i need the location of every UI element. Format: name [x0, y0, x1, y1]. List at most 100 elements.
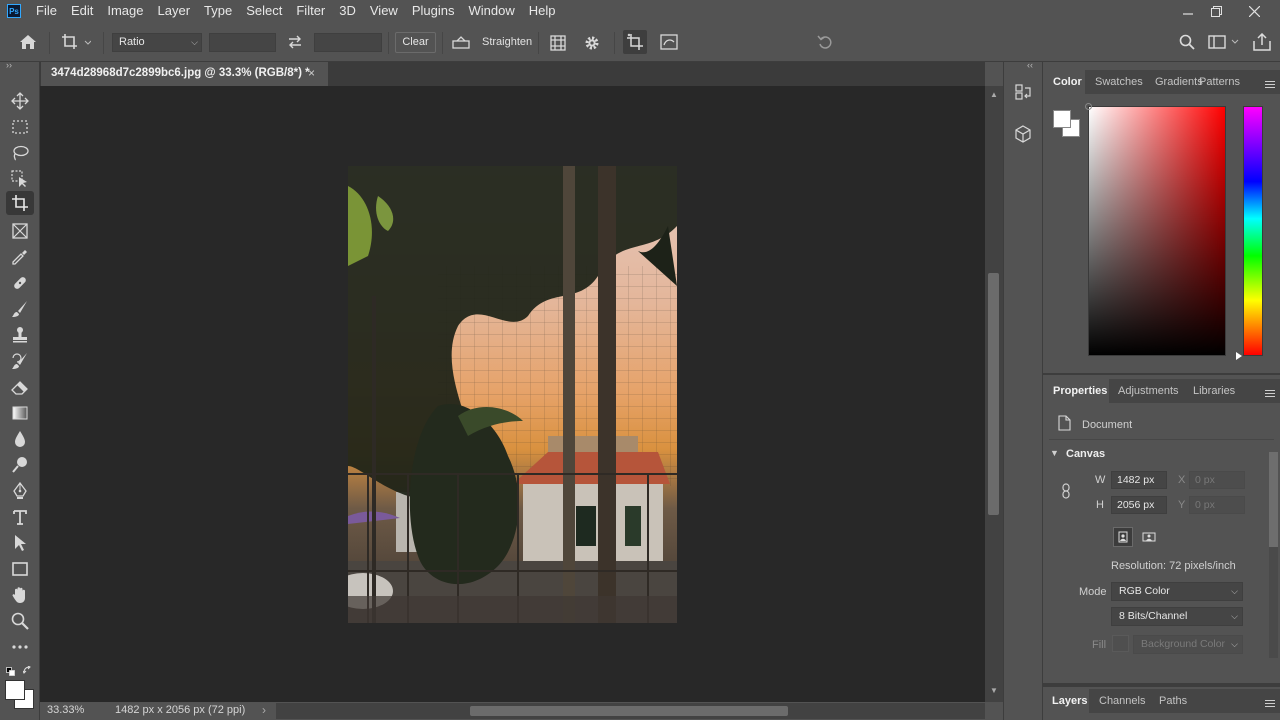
menu-file[interactable]: File: [29, 0, 64, 22]
color-picker-cursor[interactable]: [1085, 103, 1092, 110]
canvas-area[interactable]: [40, 86, 985, 702]
path-selection-tool[interactable]: [6, 531, 34, 555]
canvas-y-input[interactable]: 0 px: [1189, 496, 1245, 514]
canvas-width-input[interactable]: 1482 px: [1111, 471, 1167, 489]
edit-toolbar-button[interactable]: [6, 635, 34, 659]
menu-help[interactable]: Help: [522, 0, 563, 22]
crop-width-input[interactable]: [209, 33, 276, 52]
bit-depth-select[interactable]: 8 Bits/Channel ⌵: [1111, 607, 1243, 626]
tab-patterns[interactable]: Patterns: [1199, 70, 1240, 94]
collapse-canvas-icon[interactable]: ▼: [1050, 448, 1059, 458]
foreground-color-swatch[interactable]: [5, 680, 25, 700]
tab-adjustments[interactable]: Adjustments: [1118, 379, 1179, 403]
close-window-button[interactable]: [1236, 0, 1272, 22]
color-picker-field[interactable]: [1085, 103, 1226, 356]
3d-panel-button[interactable]: [1011, 122, 1035, 146]
crop-tool[interactable]: [6, 191, 34, 215]
expand-panel-icon[interactable]: ››: [6, 60, 12, 70]
canvas-section-title[interactable]: Canvas: [1066, 448, 1105, 460]
menu-layer[interactable]: Layer: [151, 0, 198, 22]
crop-tool-preset[interactable]: [58, 30, 94, 54]
menu-edit[interactable]: Edit: [64, 0, 100, 22]
canvas-vertical-scrollbar[interactable]: ▲ ▼: [985, 86, 1003, 702]
horizontal-scroll-thumb[interactable]: [470, 706, 788, 716]
portrait-orientation-button[interactable]: [1113, 527, 1133, 547]
scroll-up-icon[interactable]: ▲: [990, 90, 998, 99]
fill-swatch[interactable]: [1112, 635, 1129, 652]
object-selection-tool[interactable]: [6, 167, 34, 191]
swap-colors-icon[interactable]: [22, 665, 33, 679]
hue-slider[interactable]: [1236, 106, 1263, 360]
vertical-scroll-thumb[interactable]: [988, 273, 999, 515]
history-brush-tool[interactable]: [6, 349, 34, 373]
tab-properties[interactable]: Properties: [1053, 379, 1107, 403]
expand-panels-icon[interactable]: ‹‹: [1027, 60, 1033, 70]
document-tab[interactable]: 3474d28968d7c2899bc6.jpg @ 33.3% (RGB/8*…: [41, 62, 328, 86]
menu-select[interactable]: Select: [239, 0, 289, 22]
eraser-tool[interactable]: [6, 375, 34, 399]
hue-slider-handle[interactable]: [1236, 352, 1242, 360]
menu-type[interactable]: Type: [197, 0, 239, 22]
type-tool[interactable]: [6, 505, 34, 529]
scroll-down-icon[interactable]: ▼: [990, 686, 998, 695]
canvas-height-input[interactable]: 2056 px: [1111, 496, 1167, 514]
ratio-select[interactable]: Ratio ⌵: [112, 33, 202, 52]
lasso-tool[interactable]: [6, 141, 34, 165]
history-panel-button[interactable]: [1011, 80, 1035, 104]
straighten-button[interactable]: [450, 32, 472, 54]
dodge-tool[interactable]: [6, 453, 34, 477]
menu-plugins[interactable]: Plugins: [405, 0, 462, 22]
zoom-tool[interactable]: [6, 609, 34, 633]
status-menu-arrow[interactable]: ›: [262, 703, 266, 717]
gradient-tool[interactable]: [6, 401, 34, 425]
properties-panel-menu-icon[interactable]: [1265, 390, 1275, 397]
restore-button[interactable]: [1198, 0, 1234, 22]
tab-channels[interactable]: Channels: [1099, 689, 1145, 713]
menu-filter[interactable]: Filter: [289, 0, 332, 22]
brush-tool[interactable]: [6, 297, 34, 321]
layers-panel-menu-icon[interactable]: [1265, 700, 1275, 707]
canvas-x-input[interactable]: 0 px: [1189, 471, 1245, 489]
close-tab-icon[interactable]: ×: [308, 62, 315, 84]
menu-image[interactable]: Image: [100, 0, 150, 22]
home-button[interactable]: [16, 30, 40, 54]
document-image[interactable]: [348, 166, 677, 623]
content-aware-toggle[interactable]: [658, 31, 680, 53]
link-dimensions-button[interactable]: [1059, 482, 1073, 500]
move-tool[interactable]: [6, 89, 34, 113]
hand-tool[interactable]: [6, 583, 34, 607]
color-mode-select[interactable]: RGB Color ⌵: [1111, 582, 1243, 601]
color-panel-menu-icon[interactable]: [1265, 81, 1275, 88]
tab-swatches[interactable]: Swatches: [1095, 70, 1143, 94]
straighten-label[interactable]: Straighten: [482, 36, 532, 48]
swap-dimensions-button[interactable]: [283, 31, 307, 53]
frame-tool[interactable]: [6, 219, 34, 243]
clear-button[interactable]: Clear: [395, 32, 436, 53]
blur-tool[interactable]: [6, 427, 34, 451]
zoom-level[interactable]: 33.33%: [47, 704, 84, 716]
workspace-switcher[interactable]: [1206, 31, 1242, 53]
menu-window[interactable]: Window: [461, 0, 521, 22]
tab-gradients[interactable]: Gradients: [1155, 70, 1205, 94]
share-button[interactable]: [1250, 30, 1274, 54]
panel-foreground-swatch[interactable]: [1053, 110, 1071, 128]
tab-paths[interactable]: Paths: [1159, 689, 1187, 713]
fill-select[interactable]: Background Color ⌵: [1133, 635, 1243, 654]
default-colors-icon[interactable]: [6, 665, 15, 679]
search-button[interactable]: [1176, 31, 1198, 53]
grid-overlay-button[interactable]: [547, 32, 569, 54]
menu-view[interactable]: View: [363, 0, 405, 22]
pen-tool[interactable]: [6, 479, 34, 503]
marquee-tool[interactable]: [6, 115, 34, 139]
tab-libraries[interactable]: Libraries: [1193, 379, 1235, 403]
landscape-orientation-button[interactable]: [1139, 527, 1159, 547]
tab-layers[interactable]: Layers: [1052, 689, 1087, 713]
canvas-horizontal-scrollbar[interactable]: [276, 703, 985, 719]
clone-stamp-tool[interactable]: [6, 323, 34, 347]
rectangle-tool[interactable]: [6, 557, 34, 581]
healing-brush-tool[interactable]: [6, 271, 34, 295]
crop-settings-button[interactable]: [581, 32, 603, 54]
delete-cropped-pixels-toggle[interactable]: [623, 30, 647, 54]
crop-height-input[interactable]: [314, 33, 382, 52]
properties-scroll-thumb[interactable]: [1269, 452, 1278, 547]
